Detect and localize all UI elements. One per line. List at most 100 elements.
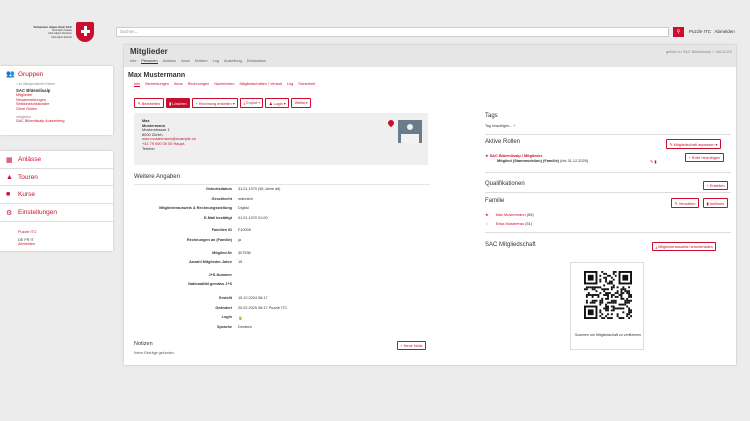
sidebar-item-groups[interactable]: 👥 Gruppen: [0, 66, 113, 82]
qr-module: [587, 274, 594, 281]
family-member-link[interactable]: Max Mustermann: [496, 212, 526, 217]
sidebar-item-courses[interactable]: ■ Kurse: [0, 186, 113, 203]
person-tab-log[interactable]: Log: [287, 82, 293, 87]
tab-notes[interactable]: Notizen: [195, 59, 208, 64]
qr-module: [610, 280, 613, 283]
qr-module: [624, 299, 627, 302]
qr-module: [597, 295, 600, 298]
tab-persons[interactable]: Personen: [141, 59, 158, 64]
add-tag-link[interactable]: Tag hinzufügen... +: [485, 124, 515, 128]
delete-button[interactable]: ▮ Löschen: [165, 98, 191, 108]
qr-module: [584, 288, 586, 291]
detail-row: E-Mail bestätigt 01.01.1970 01:00: [134, 216, 430, 220]
tab-declaration[interactable]: Deklaration: [247, 59, 266, 64]
tab-log[interactable]: Log: [213, 59, 219, 64]
parent-group-link[interactable]: < zu übergeordneter Ebene: [0, 82, 113, 87]
person-tab-invoices[interactable]: Rechnungen: [188, 82, 210, 87]
qr-module: [612, 272, 615, 275]
sidebar-item-tours[interactable]: ▲ Touren: [0, 169, 113, 185]
search-input[interactable]: Suchen...: [116, 27, 669, 37]
dissolve-family-button[interactable]: ▮ Auflösen: [703, 198, 728, 208]
more-button[interactable]: Weitere: [291, 98, 312, 108]
tab-abos[interactable]: Abos: [181, 59, 190, 64]
detail-row: Familien ID F10005: [134, 228, 430, 232]
qr-module: [603, 284, 606, 287]
swiss-cross-icon: [76, 22, 94, 42]
top-logout-link[interactable]: Abmelden: [715, 29, 735, 34]
qr-module: [626, 292, 629, 295]
logout-link[interactable]: Abmelden: [0, 242, 113, 247]
qr-module: [610, 305, 613, 308]
qr-module: [589, 294, 592, 296]
qr-module: [605, 292, 608, 295]
login-button[interactable]: ♟ Login ▾: [265, 98, 290, 108]
qr-module: [610, 294, 613, 296]
qr-module: [622, 288, 625, 291]
detail-value: 15: [238, 260, 243, 265]
family-member-link[interactable]: Erika Musterfrau: [496, 221, 525, 226]
person-tab-memberships[interactable]: Mitgliedschaften / Verlauf: [239, 82, 281, 87]
tab-export[interactable]: Ausleitung: [224, 59, 242, 64]
sidebar-item-settings[interactable]: ⚙ Einstellungen: [0, 204, 113, 221]
qr-module: [618, 307, 621, 310]
person-tab-info[interactable]: Info: [134, 82, 141, 87]
edit-icon[interactable]: ✎: [650, 159, 653, 164]
detail-label: Login: [221, 315, 232, 320]
person-tab-remarks[interactable]: Bemerkungen: [145, 82, 169, 87]
tab-events[interactable]: Anlässe: [163, 59, 177, 64]
tab-info[interactable]: Info: [130, 59, 136, 64]
download-card-button[interactable]: ⤓ Mitgliederausweis herunterladen: [652, 242, 717, 251]
search-button[interactable]: ⚲: [673, 27, 684, 37]
export-button[interactable]: ⤓ Export ▾: [240, 98, 264, 108]
qr-module: [612, 271, 615, 273]
qr-caption: Scannen um Mitgliedschaft zu verifiziere…: [574, 333, 642, 337]
qr-module: [593, 299, 596, 302]
qr-module: [589, 286, 592, 289]
qr-module: [603, 290, 606, 293]
qr-module: [628, 313, 631, 316]
qr-module: [628, 307, 631, 310]
qr-module: [599, 286, 602, 289]
breadcrumb[interactable]: gehört zu SAC Blüemlisalp > SAC/CAS: [666, 50, 732, 54]
qr-module: [585, 288, 588, 291]
qr-module: [585, 286, 588, 289]
edit-button[interactable]: ✎ Bearbeiten: [134, 98, 164, 108]
qr-module: [591, 286, 594, 289]
map-pin-icon[interactable]: [386, 118, 396, 128]
create-invoice-button[interactable]: + Rechnung erstellen ▾: [192, 98, 239, 108]
qr-module: [610, 301, 613, 304]
qr-module: [620, 295, 623, 298]
adjust-membership-button[interactable]: ✎ Mitgliedschaft anpassen ▾: [666, 139, 721, 149]
qr-module: [599, 299, 602, 302]
qr-module: [603, 276, 606, 279]
people-icon: 👥: [6, 71, 15, 78]
qr-module: [612, 299, 615, 302]
new-note-button[interactable]: + Neue Notiz: [397, 341, 427, 350]
qr-module: [601, 301, 604, 304]
trash-icon[interactable]: ▮: [654, 159, 656, 164]
create-qualification-button[interactable]: + Erstellen: [703, 181, 729, 190]
role-edit-actions[interactable]: ✎ ▮: [650, 159, 657, 164]
qr-module: [610, 295, 613, 298]
add-role-button[interactable]: + Rolle hinzufügen: [685, 153, 724, 162]
qr-module: [607, 282, 609, 285]
person-tab-messages[interactable]: Nachrichten: [214, 82, 234, 87]
qr-module: [591, 295, 594, 298]
person-tabs: Info Bemerkungen Abos Rechnungen Nachric…: [134, 82, 315, 87]
qr-module: [597, 286, 600, 289]
top-user-link[interactable]: Puzzle ITC: [689, 29, 711, 34]
group-item-no-roles[interactable]: Ohne Rollen: [0, 107, 113, 112]
qr-module: [628, 292, 631, 295]
subgroup-item[interactable]: SAC Blüemlisalp Ausserberg: [0, 119, 113, 124]
qr-module: [607, 301, 609, 304]
person-tab-abos[interactable]: Abos: [174, 82, 183, 87]
person-tab-security[interactable]: Sicherheit: [298, 82, 315, 87]
manage-family-button[interactable]: ✎ Verwalten: [671, 198, 699, 208]
qr-module: [626, 299, 629, 302]
detail-value: ja: [238, 238, 241, 242]
sac-logo[interactable]: Schweizer Alpen-Club SAC Club Alpin Suiss…: [28, 22, 98, 48]
sidebar-item-events[interactable]: ▦ Anlässe: [0, 151, 113, 168]
detail-label: Erstellt: [219, 296, 232, 300]
footer-user-link[interactable]: Puzzle ITC: [0, 230, 113, 235]
detail-row: Erstellt 15.12.2024 08:17: [134, 296, 430, 300]
